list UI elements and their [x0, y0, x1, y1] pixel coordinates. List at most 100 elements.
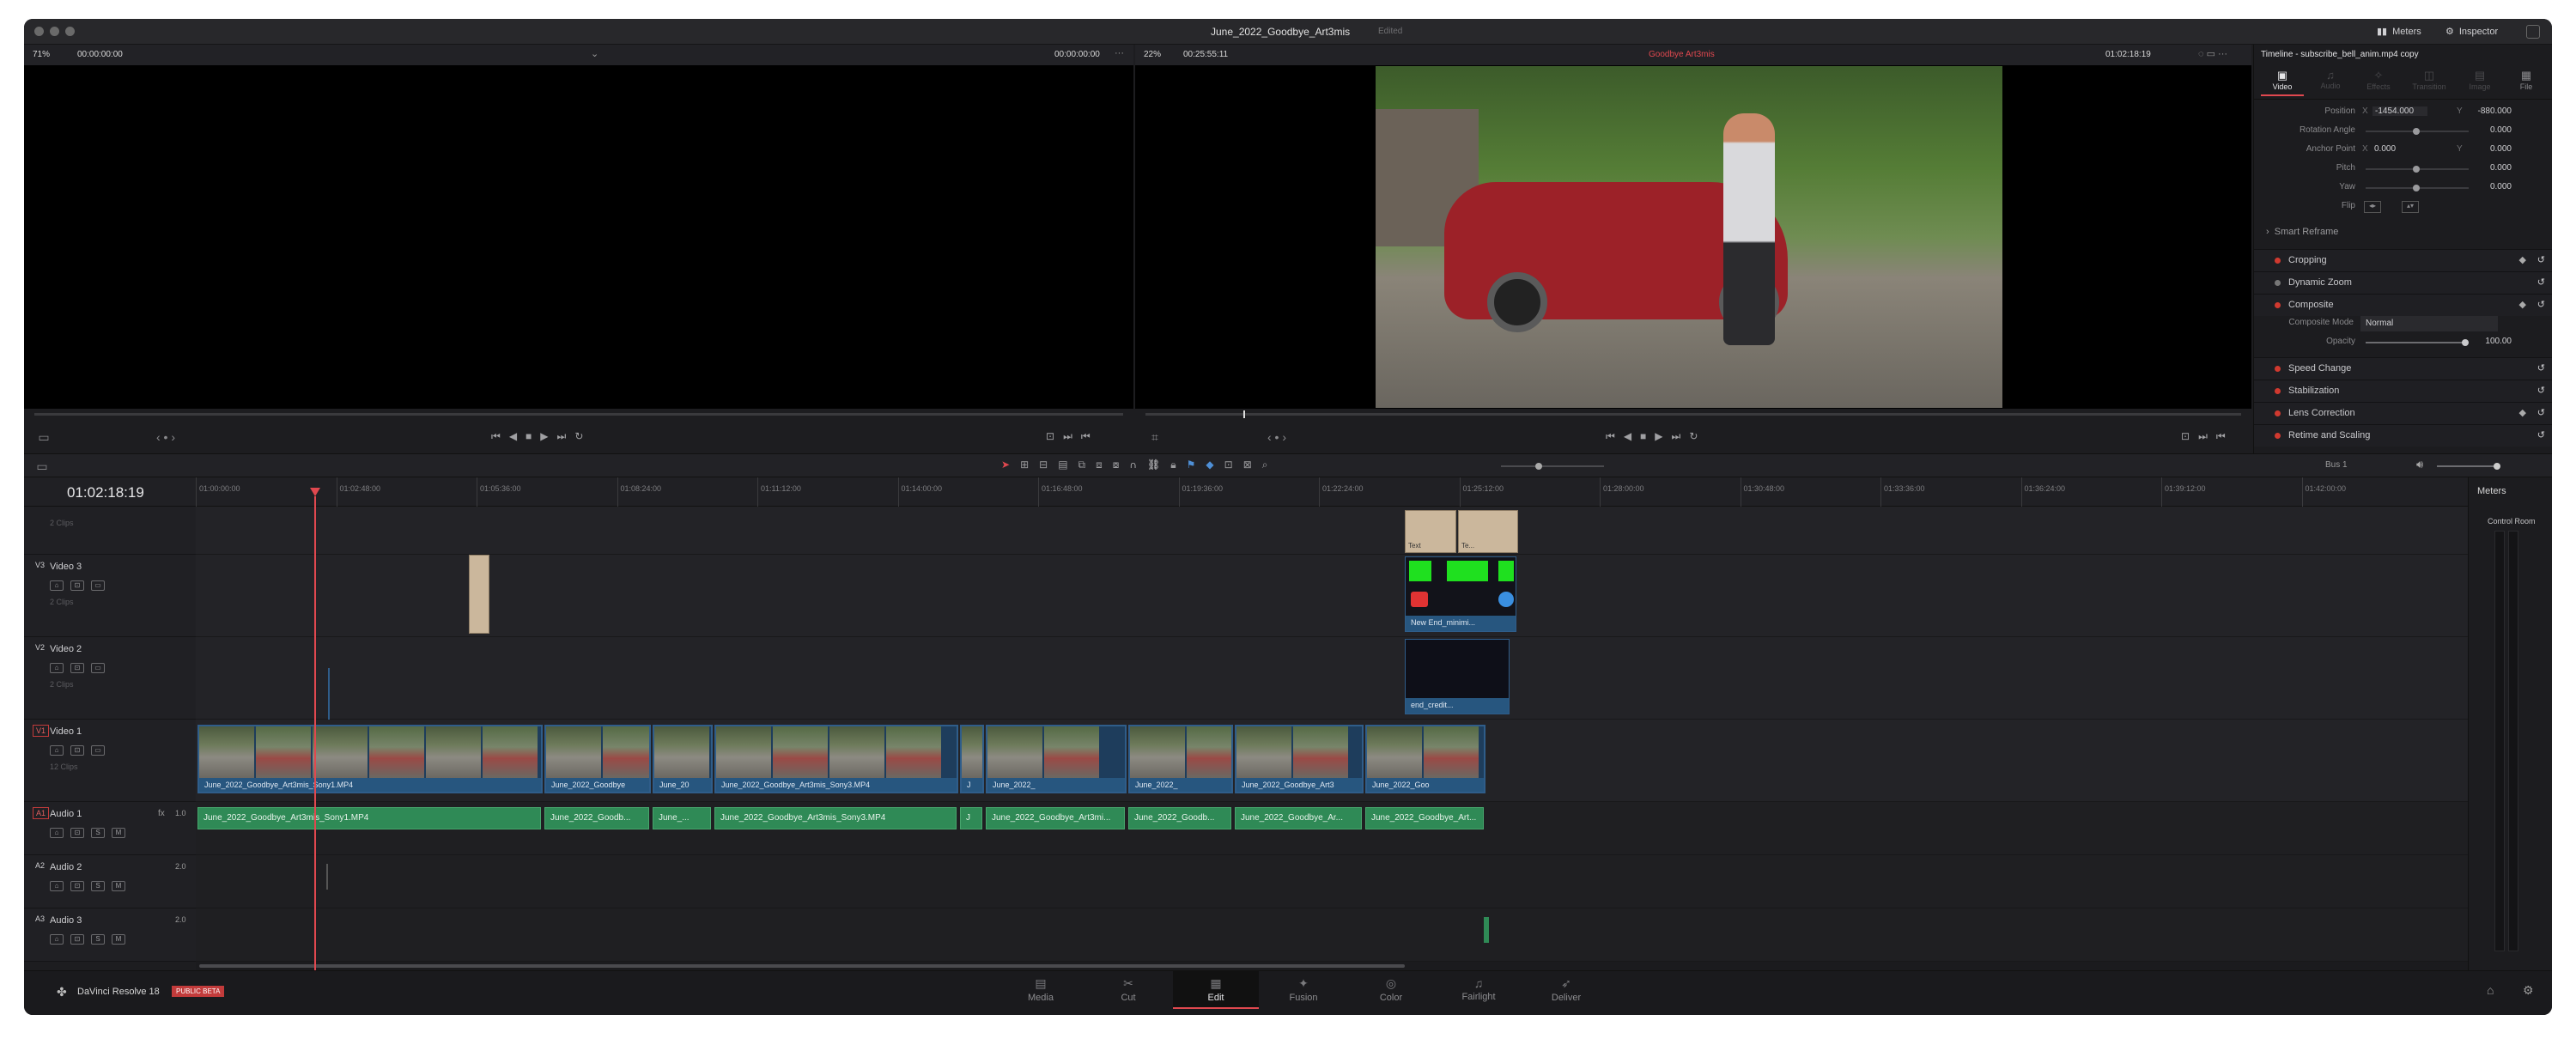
- solo-button[interactable]: S: [91, 828, 105, 838]
- viewer-mode-icon[interactable]: ▭: [34, 428, 53, 447]
- reset-icon[interactable]: ↺: [2537, 429, 2545, 440]
- audio-clip[interactable]: June_2022_Goodbye_Art...: [1365, 807, 1484, 829]
- play-icon[interactable]: ▶: [540, 430, 548, 442]
- yaw-field[interactable]: 0.000: [2470, 182, 2512, 191]
- lane-a1[interactable]: June_2022_Goodbye_Art3mis_Sony1.MP4 June_…: [196, 802, 2468, 855]
- source-zoom[interactable]: 71%: [33, 50, 50, 59]
- auto-select-icon[interactable]: ⊡: [70, 934, 84, 945]
- zoom-light[interactable]: [65, 27, 75, 36]
- auto-select-icon[interactable]: ⊡: [70, 745, 84, 756]
- track-visibility-icon[interactable]: ▭: [91, 663, 105, 673]
- composite-section[interactable]: Composite ◆ ↺: [2254, 294, 2552, 316]
- enabled-dot-icon[interactable]: [2275, 366, 2281, 372]
- timeline-viewer-zoom[interactable]: 22%: [1144, 50, 1161, 59]
- video-clip[interactable]: J: [960, 725, 984, 793]
- timeline-ruler[interactable]: 01:00:00:00 01:02:48:00 01:05:36:00 01:08:2…: [196, 477, 2468, 507]
- stop-icon[interactable]: ■: [1640, 430, 1646, 442]
- flip-horizontal-icon[interactable]: ◂▸: [2364, 201, 2381, 213]
- video-clip[interactable]: June_2022_: [1128, 725, 1233, 793]
- video-clip[interactable]: June_2022_: [986, 725, 1127, 793]
- audio-clip[interactable]: June_2022_Goodbye_Art3mis_Sony3.MP4: [714, 807, 957, 829]
- reset-icon[interactable]: ↺: [2537, 299, 2545, 310]
- position-lock-icon[interactable]: 🔒︎: [1170, 459, 1176, 471]
- prev-icon[interactable]: ⏮: [2216, 430, 2226, 442]
- title-clip[interactable]: [469, 555, 489, 634]
- enabled-dot-icon[interactable]: [2275, 433, 2281, 439]
- position-x-field[interactable]: -1454.000: [2372, 106, 2427, 116]
- lane-a3[interactable]: [196, 908, 2468, 962]
- keyframe-icon[interactable]: ◆: [2519, 254, 2526, 265]
- enabled-dot-icon[interactable]: [2275, 410, 2281, 416]
- enabled-dot-icon[interactable]: [2275, 302, 2281, 308]
- match-frame-icon[interactable]: ⊡: [1046, 430, 1054, 442]
- chevron-down-icon[interactable]: ⌄: [591, 48, 598, 59]
- track-visibility-icon[interactable]: ▭: [91, 580, 105, 591]
- audio-clip[interactable]: June_...: [653, 807, 711, 829]
- solo-button[interactable]: S: [91, 881, 105, 891]
- video-clip[interactable]: June_2022_Goodbye_Art3mis_Sony3.MP4: [714, 725, 958, 793]
- auto-select-icon[interactable]: ⊡: [70, 580, 84, 591]
- lens-correction-section[interactable]: Lens Correction ◆ ↺: [2254, 402, 2552, 424]
- auto-select-icon[interactable]: ⊡: [70, 881, 84, 891]
- video-clip[interactable]: June_20: [653, 725, 713, 793]
- lane-a2[interactable]: [196, 855, 2468, 908]
- selection-tool-icon[interactable]: ➤: [1001, 459, 1010, 471]
- audio-clip[interactable]: J: [960, 807, 982, 829]
- page-cut[interactable]: ✂ Cut: [1085, 976, 1171, 1003]
- snapping-icon[interactable]: ∩: [1129, 459, 1137, 471]
- anchor-y-field[interactable]: 0.000: [2470, 144, 2512, 154]
- volume-icon[interactable]: 🔊︎: [2416, 458, 2423, 471]
- zoom-full-icon[interactable]: ⊡: [1224, 459, 1233, 471]
- position-y-field[interactable]: -880.000: [2465, 106, 2512, 116]
- audio-clip[interactable]: June_2022_Goodb...: [544, 807, 649, 829]
- lock-icon[interactable]: ⌂: [50, 663, 64, 673]
- next-icon[interactable]: ⏭: [1063, 430, 1072, 442]
- video-clip[interactable]: June_2022_Goo: [1365, 725, 1485, 793]
- blade-tool-icon[interactable]: ▤: [1058, 459, 1067, 471]
- loop-icon[interactable]: ↻: [574, 430, 583, 442]
- stop-icon[interactable]: ■: [526, 430, 532, 442]
- flag-icon[interactable]: ⚑: [1187, 459, 1196, 471]
- title-clip[interactable]: Text: [1405, 510, 1456, 553]
- auto-select-icon[interactable]: ⊡: [70, 828, 84, 838]
- video-clip[interactable]: June_2022_Goodbye_Art3mis_Sony1.MP4: [197, 725, 543, 793]
- inspector-toggle[interactable]: ⚙ Inspector: [2445, 26, 2498, 38]
- rotation-field[interactable]: 0.000: [2470, 125, 2512, 135]
- go-to-end-icon[interactable]: ⏭: [1672, 430, 1681, 442]
- prev-icon[interactable]: ⏮: [1081, 430, 1091, 442]
- reset-icon[interactable]: ↺: [2537, 385, 2545, 396]
- audio-clip[interactable]: June_2022_Goodbye_Ar...: [1235, 807, 1362, 829]
- mute-button[interactable]: M: [112, 828, 125, 838]
- go-to-end-icon[interactable]: ⏭: [557, 430, 567, 442]
- lane-v3[interactable]: New End_minimi...: [196, 555, 2468, 637]
- volume-slider[interactable]: [2437, 463, 2500, 470]
- trim-tool-icon[interactable]: ⊞: [1020, 459, 1029, 471]
- flip-vertical-icon[interactable]: ▴▾: [2402, 201, 2419, 213]
- enabled-dot-icon[interactable]: [2275, 388, 2281, 394]
- zoom-custom-icon[interactable]: ⌕: [1262, 459, 1268, 471]
- reset-icon[interactable]: ↺: [2537, 362, 2545, 374]
- tab-file[interactable]: ▦ File: [2505, 69, 2548, 91]
- credits-clip[interactable]: end_credit...: [1405, 639, 1510, 714]
- video-clip[interactable]: June_2022_Goodbye: [544, 725, 651, 793]
- page-edit[interactable]: ▦ Edit: [1173, 971, 1259, 1009]
- play-reverse-icon[interactable]: ◀: [1624, 430, 1631, 442]
- end-screen-clip[interactable]: New End_minimi...: [1405, 556, 1516, 632]
- play-icon[interactable]: ▶: [1655, 430, 1662, 442]
- audio-clip[interactable]: June_2022_Goodbye_Art3mis_Sony1.MP4: [197, 807, 541, 829]
- close-light[interactable]: [34, 27, 44, 36]
- overwrite-clip-icon[interactable]: ⧈: [1096, 459, 1103, 471]
- auto-select-icon[interactable]: ⊡: [70, 663, 84, 673]
- viewer-options-icon[interactable]: ◌ ▭ ···: [2198, 48, 2227, 59]
- lane-v1[interactable]: June_2022_Goodbye_Art3mis_Sony1.MP4 June_…: [196, 720, 2468, 802]
- tab-audio[interactable]: ♫ Audio: [2309, 69, 2352, 90]
- lock-icon[interactable]: ⌂: [50, 934, 64, 945]
- page-fusion[interactable]: ✦ Fusion: [1261, 976, 1346, 1003]
- short-audio-clip[interactable]: [1484, 917, 1489, 943]
- replace-clip-icon[interactable]: ⧇: [1113, 459, 1120, 471]
- reset-icon[interactable]: ↺: [2537, 276, 2545, 288]
- mute-button[interactable]: M: [112, 934, 125, 945]
- lock-icon[interactable]: ⌂: [50, 881, 64, 891]
- audio-clip[interactable]: June_2022_Goodbye_Art3mi...: [986, 807, 1125, 829]
- dynamic-zoom-section[interactable]: Dynamic Zoom ↺: [2254, 271, 2552, 294]
